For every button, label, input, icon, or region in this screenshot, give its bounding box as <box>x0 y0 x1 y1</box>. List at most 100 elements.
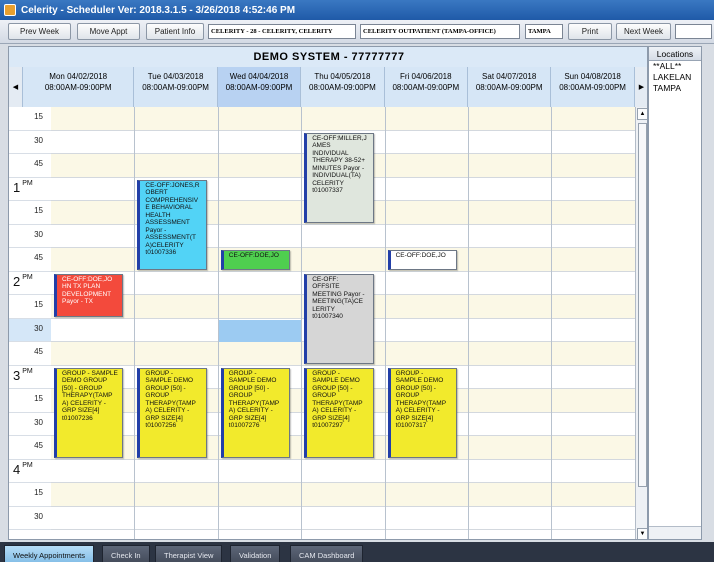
time-slot-label: 2 PM <box>9 272 51 295</box>
appointment-grid[interactable]: CE-OFF:JONES,R OBERT COMPREHENSIV E BEHA… <box>51 107 635 539</box>
minute-label: 45 <box>34 159 43 168</box>
appointment-block[interactable]: GROUP - SAMPLE DEMO GROUP [50] - GROUP T… <box>220 367 291 458</box>
appointment-block[interactable]: CE-OFF:DOE,JO <box>387 250 457 270</box>
day-date: Thu 04/05/2018 <box>314 72 371 81</box>
day-date: Fri 04/06/2018 <box>399 72 452 81</box>
grid-row[interactable] <box>51 483 635 507</box>
appointment-block[interactable]: GROUP - SAMPLE DEMO GROUP [50] - GROUP T… <box>54 367 124 458</box>
location-item-all[interactable]: **ALL** <box>649 61 701 72</box>
tab-therapist-view[interactable]: Therapist View <box>155 545 223 562</box>
minute-label: 45 <box>34 441 43 450</box>
column-divider <box>468 107 469 539</box>
time-slot-label: 15 <box>9 483 51 507</box>
hour-label: 4 PM <box>13 461 33 477</box>
time-column: 15 30 45 1 PM 15 30 45 2 PM 15 30 45 3 PM 15 30 45 4 PM 15 30 <box>9 107 51 539</box>
day-date: Mon 04/02/2018 <box>49 72 108 81</box>
column-divider <box>551 107 553 539</box>
hour-label: 3 PM <box>13 367 33 383</box>
grid-row[interactable] <box>51 507 635 530</box>
day-header-fri[interactable]: Fri 04/06/2018 08:00AM-09:00PM <box>384 67 468 107</box>
time-slot-label: 30 <box>9 131 51 154</box>
day-hours: 08:00AM-09:00PM <box>475 83 543 92</box>
minute-label: 15 <box>34 206 43 215</box>
toolbar: Prev Week Move Appt Patient Info CELERIT… <box>0 20 714 44</box>
day-header-wed[interactable]: Wed 04/04/2018 08:00AM-09:00PM <box>217 67 302 107</box>
system-title: DEMO SYSTEM - 77777777 <box>9 47 647 67</box>
move-appt-button[interactable]: Move Appt <box>77 23 140 40</box>
minute-label: 15 <box>34 300 43 309</box>
tab-validation[interactable]: Validation <box>230 545 281 562</box>
column-divider <box>384 107 386 539</box>
appointment-block[interactable]: GROUP - SAMPLE DEMO GROUP [50] - GROUP T… <box>387 367 457 458</box>
location-item-tampa[interactable]: TAMPA <box>649 83 701 94</box>
time-slot-label: 30 <box>9 318 51 342</box>
locations-header: Locations <box>649 47 701 61</box>
day-date: Sat 04/07/2018 <box>482 72 537 81</box>
prev-day-arrow-icon[interactable]: ◀ <box>9 67 23 107</box>
weekly-scheduler: DEMO SYSTEM - 77777777 ◀ Mon 04/02/2018 0… <box>8 46 648 540</box>
column-divider <box>301 107 303 539</box>
day-header-thu[interactable]: Thu 04/05/2018 08:00AM-09:00PM <box>301 67 385 107</box>
minute-label: 30 <box>34 229 43 239</box>
time-slot-label: 30 <box>9 507 51 530</box>
grid-row[interactable] <box>51 460 635 483</box>
day-header-sun[interactable]: Sun 04/08/2018 08:00AM-09:00PM <box>551 67 635 107</box>
facility-field[interactable]: CELERITY OUTPATIENT (TAMPA-OFFICE) <box>360 24 520 39</box>
scroll-up-icon[interactable]: ▲ <box>637 108 647 120</box>
patient-info-button[interactable]: Patient Info <box>146 23 204 40</box>
day-hours: 08:00AM-09:00PM <box>44 83 112 92</box>
scroll-down-icon[interactable]: ▼ <box>637 528 647 539</box>
day-hours: 08:00AM-09:00PM <box>559 83 626 92</box>
minute-label: 15 <box>34 112 43 121</box>
minute-label: 30 <box>34 323 43 333</box>
appointment-block[interactable]: CE-OFF:MILLER,J AMES INDIVIDUAL THERAPY … <box>304 132 374 223</box>
appointment-block[interactable]: CE-OFF:DOE,JO HN TX PLAN DEVELOPMENT Pay… <box>54 273 124 317</box>
next-week-button[interactable]: Next Week <box>616 23 671 40</box>
day-date: Wed 04/04/2018 <box>229 72 289 81</box>
hour-label: 1 PM <box>13 179 33 195</box>
grid-row[interactable] <box>51 107 635 131</box>
appointment-block[interactable]: CE-OFF: OFFSITE MEETING Payor - MEETING(… <box>304 273 374 364</box>
day-hours: 08:00AM-09:00PM <box>225 83 293 92</box>
print-button[interactable]: Print <box>568 23 612 40</box>
time-slot-label: 30 <box>9 225 51 248</box>
time-slot-label: 45 <box>9 436 51 460</box>
patient-field[interactable]: CELERITY - 28 - CELERITY, CELERITY <box>208 24 356 39</box>
scroll-thumb[interactable] <box>638 123 647 487</box>
time-slot-label: 3 PM <box>9 366 51 389</box>
locations-panel: Locations **ALL** LAKELAN TAMPA <box>648 46 702 540</box>
day-header-sat[interactable]: Sat 04/07/2018 08:00AM-09:00PM <box>468 67 552 107</box>
appointment-block[interactable]: GROUP - SAMPLE DEMO GROUP [50] - GROUP T… <box>137 367 207 458</box>
bottom-tab-bar: Weekly Appointments Check In Therapist V… <box>0 542 714 562</box>
window-title-bar: Celerity - Scheduler Ver: 2018.3.1.5 - 3… <box>0 0 714 20</box>
time-slot-label: 15 <box>9 295 51 319</box>
next-day-arrow-icon[interactable]: ▶ <box>635 67 647 107</box>
day-hours: 08:00AM-09:00PM <box>142 83 209 92</box>
minute-label: 15 <box>34 394 43 403</box>
column-divider <box>134 107 136 539</box>
appointment-block[interactable]: GROUP - SAMPLE DEMO GROUP [50] - GROUP T… <box>304 367 374 458</box>
selected-time-slot[interactable] <box>218 319 302 342</box>
hour-label: 2 PM <box>13 273 33 289</box>
time-slot-label: 45 <box>9 248 51 272</box>
time-slot-label: 15 <box>9 201 51 225</box>
location-item-lakeland[interactable]: LAKELAN <box>649 72 701 83</box>
time-slot-label: 45 <box>9 154 51 178</box>
tab-check-in[interactable]: Check In <box>102 545 150 562</box>
prev-week-button[interactable]: Prev Week <box>8 23 71 40</box>
day-date: Tue 04/03/2018 <box>147 72 204 81</box>
window-title: Celerity - Scheduler Ver: 2018.3.1.5 - 3… <box>21 4 296 16</box>
appointment-block[interactable]: CE-OFF:JONES,R OBERT COMPREHENSIV E BEHA… <box>137 179 207 270</box>
day-header-tue[interactable]: Tue 04/03/2018 08:00AM-09:00PM <box>134 67 218 107</box>
appointment-block[interactable]: CE-OFF:DOE,JO <box>220 250 291 270</box>
horizontal-scrollbar[interactable] <box>649 526 701 539</box>
time-slot-label: 30 <box>9 413 51 436</box>
search-field[interactable] <box>675 24 712 39</box>
day-header-mon[interactable]: Mon 04/02/2018 08:00AM-09:00PM <box>23 67 135 107</box>
tab-cam-dashboard[interactable]: CAM Dashboard <box>290 545 364 562</box>
vertical-scrollbar[interactable]: ▲ ▼ <box>635 107 647 539</box>
time-slot-label: 15 <box>9 107 51 131</box>
tab-weekly-appointments[interactable]: Weekly Appointments <box>4 545 94 562</box>
location-field[interactable]: TAMPA <box>525 24 563 39</box>
time-slot-label: 45 <box>9 342 51 366</box>
